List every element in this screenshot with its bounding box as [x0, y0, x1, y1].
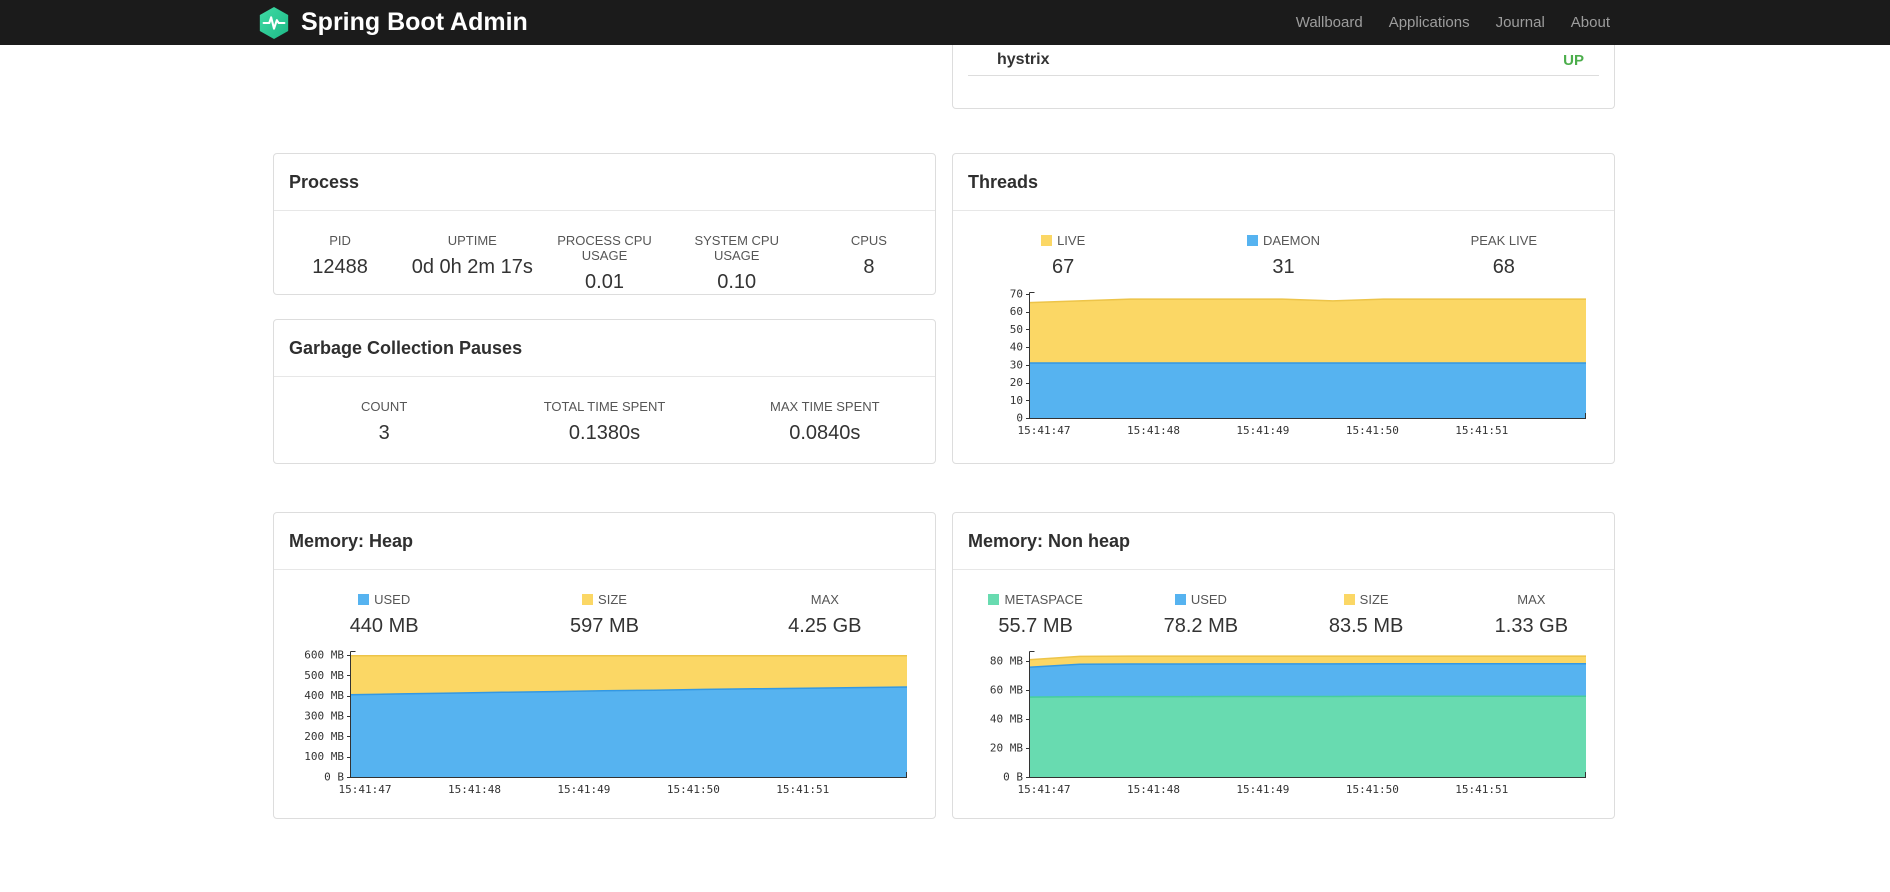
svg-text:15:41:50: 15:41:50	[1346, 424, 1399, 437]
stat-process-cpu: PROCESS CPU USAGE 0.01	[557, 233, 652, 293]
svg-text:300 MB: 300 MB	[304, 710, 344, 723]
svg-text:15:41:49: 15:41:49	[1236, 424, 1289, 437]
legend-swatch-used	[1174, 594, 1186, 605]
svg-text:15:41:48: 15:41:48	[1127, 424, 1180, 437]
svg-text:80 MB: 80 MB	[990, 655, 1023, 668]
svg-text:15:41:48: 15:41:48	[1127, 783, 1180, 796]
health-status-badge: UP	[1563, 51, 1584, 69]
brand[interactable]: Spring Boot Admin	[257, 6, 528, 40]
stat-gc-total-time: TOTAL TIME SPENT 0.1380s	[543, 399, 666, 444]
threads-panel: Threads LIVE 67 DAEMON 31 PEAK LIVE 68 0…	[952, 153, 1615, 464]
stat-nonheap-used: USED 78.2 MB	[1163, 592, 1239, 637]
stat-system-cpu: SYSTEM CPU USAGE 0.10	[694, 233, 779, 293]
svg-text:15:41:50: 15:41:50	[667, 783, 720, 796]
legend-swatch-daemon	[1246, 235, 1258, 246]
stat-threads-live: LIVE 67	[953, 233, 1173, 279]
legend-swatch-size	[1343, 594, 1355, 605]
process-panel: Process PID 12488 UPTIME 0d 0h 2m 17s PR…	[273, 153, 936, 295]
stat-heap-size: SIZE 597 MB	[570, 592, 639, 637]
svg-text:50: 50	[1010, 323, 1023, 336]
gc-panel: Garbage Collection Pauses COUNT 3 TOTAL …	[273, 319, 936, 464]
panel-title: Process	[274, 154, 935, 211]
threads-chart: 0 10 20 30 40 50 60 70 15:41:47 15:41:48 15:41:49 1…	[977, 287, 1592, 440]
stat-heap-max: MAX 4.25 GB	[788, 592, 862, 637]
svg-text:15:41:50: 15:41:50	[1346, 783, 1399, 796]
stat-nonheap-max: MAX 1.33 GB	[1494, 592, 1569, 637]
nav-links: Wallboard Applications Journal About	[1283, 14, 1633, 31]
svg-text:0 B: 0 B	[1003, 771, 1023, 784]
memory-heap-panel: Memory: Heap USED 440 MB SIZE 597 MB MAX…	[273, 512, 936, 819]
nav-item-applications[interactable]: Applications	[1376, 14, 1483, 31]
stat-gc-count: COUNT 3	[361, 399, 408, 444]
svg-text:0: 0	[1016, 412, 1023, 425]
stat-pid: PID 12488	[312, 233, 368, 278]
legend-swatch-used	[358, 594, 370, 605]
svg-text:400 MB: 400 MB	[304, 689, 344, 702]
nav-item-about[interactable]: About	[1558, 14, 1623, 31]
legend-swatch-metaspace	[988, 594, 1000, 605]
svg-text:15:41:47: 15:41:47	[1018, 424, 1071, 437]
svg-text:15:41:51: 15:41:51	[776, 783, 829, 796]
legend-swatch-size	[582, 594, 594, 605]
nonheap-legend: METASPACE 55.7 MB USED 78.2 MB SIZE 83.5…	[953, 570, 1614, 638]
stat-gc-max-time: MAX TIME SPENT 0.0840s	[770, 399, 880, 444]
health-name: hystrix	[997, 51, 1050, 68]
svg-text:15:41:47: 15:41:47	[339, 783, 392, 796]
svg-text:15:41:49: 15:41:49	[557, 783, 610, 796]
svg-text:70: 70	[1010, 288, 1023, 300]
process-stats: PID 12488 UPTIME 0d 0h 2m 17s PROCESS CP…	[274, 211, 935, 294]
nav-item-journal[interactable]: Journal	[1483, 14, 1558, 31]
svg-text:20 MB: 20 MB	[990, 742, 1023, 755]
stat-heap-used: USED 440 MB	[349, 592, 419, 637]
memory-nonheap-panel: Memory: Non heap METASPACE 55.7 MB USED …	[952, 512, 1615, 819]
nav-item-wallboard[interactable]: Wallboard	[1283, 14, 1376, 31]
svg-text:15:41:51: 15:41:51	[1455, 783, 1508, 796]
spring-boot-admin-logo-icon	[257, 6, 291, 40]
legend-swatch-live	[1041, 235, 1053, 246]
heap-legend: USED 440 MB SIZE 597 MB MAX 4.25 GB	[274, 570, 935, 638]
health-row-hystrix: hystrix UP	[968, 45, 1599, 76]
nonheap-chart: 0 B 20 MB 40 MB 60 MB 80 MB 15:41:47 15:41:48 1…	[977, 647, 1592, 799]
gc-stats: COUNT 3 TOTAL TIME SPENT 0.1380s MAX TIM…	[274, 377, 935, 445]
panel-title: Threads	[953, 154, 1614, 211]
svg-text:20: 20	[1010, 376, 1023, 389]
stat-nonheap-size: SIZE 83.5 MB	[1328, 592, 1404, 637]
stat-cpus: CPUS 8	[850, 233, 887, 278]
svg-text:600 MB: 600 MB	[304, 649, 344, 662]
svg-text:100 MB: 100 MB	[304, 750, 344, 763]
brand-title: Spring Boot Admin	[301, 8, 528, 36]
svg-text:500 MB: 500 MB	[304, 669, 344, 682]
threads-legend: LIVE 67 DAEMON 31 PEAK LIVE 68	[953, 211, 1614, 279]
stat-nonheap-metaspace: METASPACE 55.7 MB	[953, 592, 1118, 638]
svg-text:40: 40	[1010, 341, 1023, 354]
stat-threads-peak-live: PEAK LIVE 68	[1470, 233, 1538, 278]
navbar: Spring Boot Admin Wallboard Applications…	[0, 0, 1890, 45]
svg-text:15:41:51: 15:41:51	[1455, 424, 1508, 437]
panel-title: Memory: Heap	[274, 513, 935, 570]
stat-uptime: UPTIME 0d 0h 2m 17s	[411, 233, 533, 278]
svg-text:15:41:47: 15:41:47	[1018, 783, 1071, 796]
svg-text:60: 60	[1010, 305, 1023, 318]
svg-text:0 B: 0 B	[324, 771, 344, 784]
svg-text:30: 30	[1010, 358, 1023, 371]
svg-text:200 MB: 200 MB	[304, 730, 344, 743]
svg-text:40 MB: 40 MB	[990, 713, 1023, 726]
health-panel: hystrix UP	[952, 45, 1615, 109]
panel-title: Memory: Non heap	[953, 513, 1614, 570]
svg-text:15:41:48: 15:41:48	[448, 783, 501, 796]
svg-text:60 MB: 60 MB	[990, 684, 1023, 697]
svg-text:10: 10	[1010, 394, 1023, 407]
stat-threads-daemon: DAEMON 31	[1173, 233, 1393, 279]
heap-chart: 0 B 100 MB 200 MB 300 MB 400 MB 500 MB 600 MB 1…	[298, 647, 913, 799]
application-details: hystrix UP Process PID 12488 UPTIME 0d 0…	[273, 45, 1617, 892]
svg-text:15:41:49: 15:41:49	[1236, 783, 1289, 796]
panel-title: Garbage Collection Pauses	[274, 320, 935, 377]
